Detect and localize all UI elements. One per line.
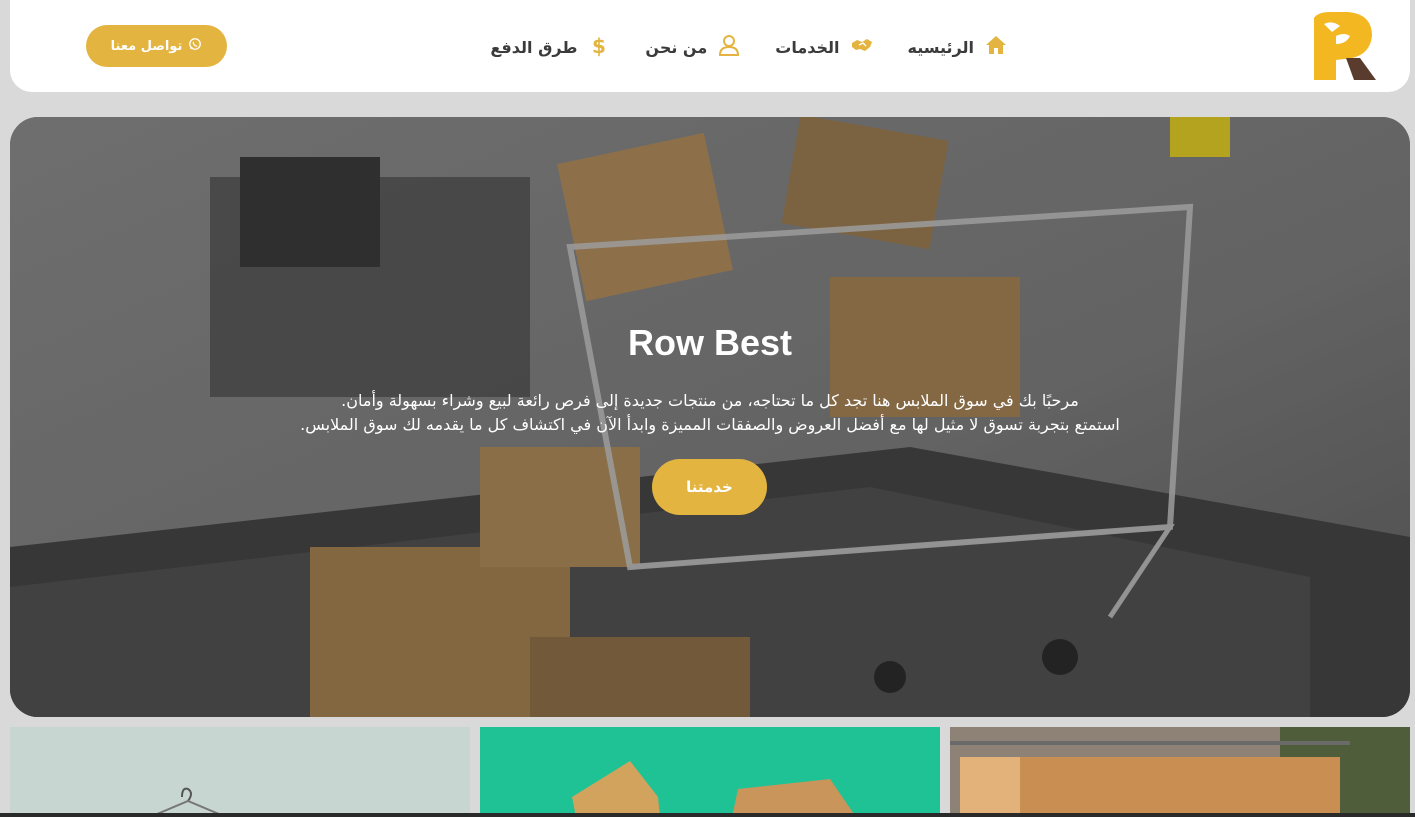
bottom-edge	[0, 813, 1415, 817]
hero-title: Row Best	[627, 322, 793, 363]
nav-payment-label: طرق الدفع	[490, 37, 578, 57]
navbar: الرئيسيه الخدمات من نحن $ طرق الدفع تواص…	[10, 0, 1410, 92]
user-icon	[717, 33, 741, 61]
dollar-icon: $	[587, 33, 611, 61]
contact-button[interactable]: تواصل معنا	[86, 25, 227, 67]
nav-services-label: الخدمات	[775, 37, 840, 57]
category-card[interactable]	[480, 727, 940, 817]
main-nav: الرئيسيه الخدمات من نحن $ طرق الدفع	[490, 33, 1008, 61]
nav-about-label: من نحن	[645, 37, 708, 57]
contact-button-label: تواصل معنا	[110, 38, 183, 54]
hanger-image	[10, 727, 470, 817]
hero-text-line-1: مرحبًا بك في سوق الملابس هنا تجد كل ما ت…	[341, 391, 1079, 410]
logo[interactable]	[1310, 10, 1378, 82]
svg-text:$: $	[592, 34, 606, 57]
our-services-button[interactable]: خدمتنا	[652, 459, 767, 515]
nav-home-label: الرئيسيه	[907, 37, 975, 57]
shorts-image	[480, 727, 940, 817]
nav-about[interactable]: من نحن	[645, 33, 741, 61]
handshake-icon	[850, 33, 874, 61]
home-icon	[984, 33, 1008, 61]
nav-home[interactable]: الرئيسيه	[908, 33, 1009, 61]
hero-text-line-2: استمتع بتجربة تسوق لا مثيل لها مع أفضل ا…	[300, 415, 1120, 434]
clothes-rack-image	[950, 727, 1410, 817]
category-card[interactable]	[10, 727, 470, 817]
whatsapp-icon	[188, 37, 202, 55]
category-card[interactable]	[950, 727, 1410, 817]
nav-payment[interactable]: $ طرق الدفع	[490, 33, 611, 61]
hero-banner: Row Best مرحبًا بك في سوق الملابس هنا تج…	[10, 117, 1410, 717]
nav-services[interactable]: الخدمات	[775, 33, 873, 61]
